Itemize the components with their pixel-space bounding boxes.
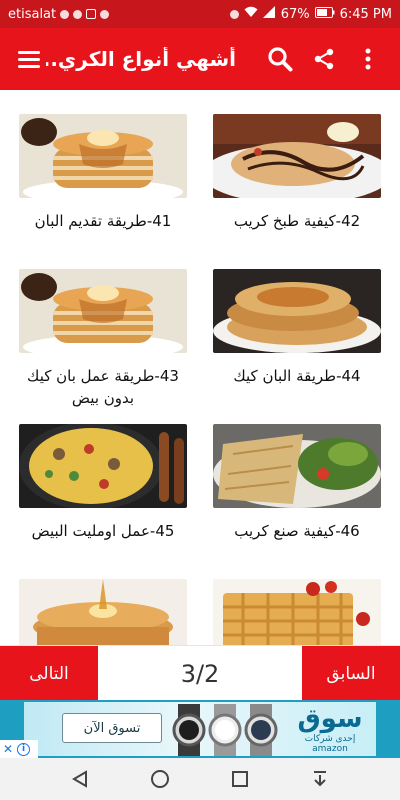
recents-icon[interactable] <box>225 764 255 794</box>
messenger-icon <box>73 9 83 19</box>
app-bar: أشهي أنواع الكري... <box>0 28 400 90</box>
grid-item-label: 45-عمل اومليت البيض <box>31 522 175 540</box>
grid-item-43[interactable]: 43-طريقة عمل بان كيك بدون بيض <box>19 269 187 409</box>
clock: 6:45 PM <box>339 6 392 22</box>
back-icon[interactable] <box>65 764 95 794</box>
previous-button[interactable]: السابق <box>302 646 400 701</box>
menu-icon[interactable] <box>10 41 46 77</box>
waffles-image <box>213 579 381 645</box>
search-icon[interactable] <box>258 37 302 81</box>
home-icon[interactable] <box>145 764 175 794</box>
battery-icon <box>314 6 335 22</box>
pancake-syrup-image <box>19 579 187 645</box>
system-nav-bar <box>0 758 400 800</box>
pancake-stack-image <box>19 114 187 198</box>
grid-item-label: 43-طريقة عمل بان كيك بدون بيض <box>27 367 179 407</box>
ad-brand-name: سوق <box>297 704 363 734</box>
alarm-icon <box>229 9 239 19</box>
grid-item-label: 42-كيفية طبخ كريب <box>233 212 361 230</box>
whatsapp-icon <box>100 9 110 19</box>
battery-percent: 67% <box>280 6 310 22</box>
pancakes-plate-image <box>213 269 381 353</box>
status-bar: etisalat 67% 6:45 PM <box>0 0 400 28</box>
ad-choices[interactable]: ✕ i <box>0 740 38 758</box>
recipe-grid: 42-كيفية طبخ كريب 41-طريقة تقديم البان 4… <box>0 90 400 645</box>
grid-item-41[interactable]: 41-طريقة تقديم البان <box>19 114 187 232</box>
grid-item-45[interactable]: 45-عمل اومليت البيض <box>19 424 187 542</box>
crepe-chocolate-image <box>213 114 381 198</box>
grid-item-47[interactable] <box>19 579 187 645</box>
omelette-image <box>19 424 187 508</box>
grid-item-label: 41-طريقة تقديم البان <box>34 212 172 230</box>
watches-image <box>172 704 278 756</box>
carrier-label: etisalat <box>8 6 57 22</box>
signal-icon <box>262 6 276 22</box>
ad-info-icon[interactable]: i <box>17 742 31 756</box>
ad-brand: سوق إحدى شركات amazon <box>290 704 370 754</box>
ad-brand-sub: إحدى شركات amazon <box>304 734 356 754</box>
shop-now-button[interactable]: تسوق الآن <box>62 713 162 743</box>
grid-item-label: 44-طريقة البان كيك <box>233 367 361 385</box>
grid-item-46[interactable]: 46-كيفية صنع كريب <box>213 424 381 542</box>
notification-icon <box>60 9 70 19</box>
grid-item-44[interactable]: 44-طريقة البان كيك <box>213 269 381 387</box>
page-title: أشهي أنواع الكري... <box>46 47 236 71</box>
grid-item-48[interactable] <box>213 579 381 645</box>
wifi-icon <box>244 6 258 22</box>
ad-banner[interactable]: تسوق الآن سوق إحدى شركات amazon ✕ i <box>0 700 400 758</box>
crepe-salad-image <box>213 424 381 508</box>
share-icon[interactable] <box>302 37 346 81</box>
pager-bar: التالى 3/2 السابق <box>0 645 400 701</box>
notification-pull-icon[interactable] <box>305 764 335 794</box>
gallery-icon <box>86 9 97 19</box>
grid-item-42[interactable]: 42-كيفية طبخ كريب <box>213 114 381 232</box>
grid-item-label: 46-كيفية صنع كريب <box>234 522 360 540</box>
pancake-stack-image <box>19 269 187 353</box>
ad-close-icon[interactable]: ✕ <box>3 742 13 756</box>
more-vert-icon[interactable] <box>346 37 390 81</box>
